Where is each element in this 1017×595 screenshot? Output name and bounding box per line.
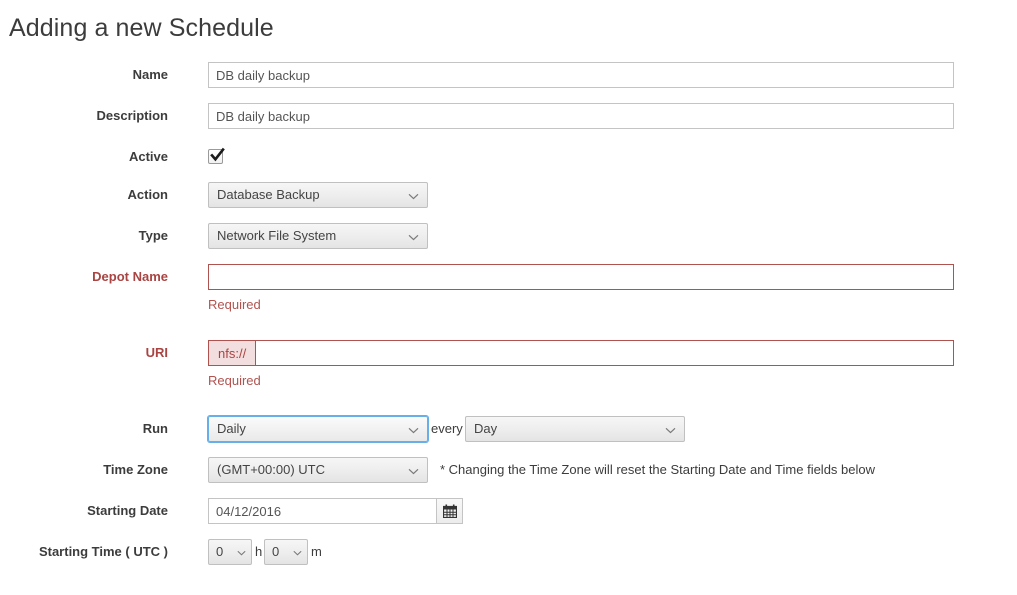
form-row-name: Name (0, 62, 1017, 88)
uri-control: nfs:// (208, 340, 954, 366)
description-control (208, 103, 954, 129)
run-control: Daily (208, 416, 428, 442)
name-input[interactable] (208, 62, 954, 88)
depot-name-label: Depot Name (92, 269, 168, 284)
calendar-button[interactable] (436, 498, 463, 524)
uri-label: URI (145, 345, 168, 360)
chevron-down-icon (665, 417, 676, 441)
starting-time-minutes-select[interactable]: 0 (264, 539, 308, 565)
time-zone-label: Time Zone (103, 462, 168, 477)
form-row-uri: URI nfs:// (0, 340, 1017, 366)
starting-time-label: Starting Time ( UTC ) (38, 544, 168, 559)
chevron-down-icon (408, 417, 419, 441)
description-label: Description (96, 108, 168, 123)
uri-error: Required (208, 373, 261, 388)
form-row-time-zone: Time Zone (GMT+00:00) UTC * Changing the… (0, 457, 1017, 483)
form-row-description: Description (0, 103, 1017, 129)
form-row-run: Run Daily every Day (0, 416, 1017, 442)
active-label: Active (128, 149, 168, 164)
schedule-form-page: Adding a new Schedule Name Description A… (0, 0, 1017, 595)
name-label: Name (132, 67, 168, 82)
run-every-label: every (431, 421, 463, 436)
page-title: Adding a new Schedule (9, 14, 274, 42)
starting-date-label: Starting Date (87, 503, 168, 518)
chevron-down-icon (293, 540, 302, 564)
depot-name-input[interactable] (208, 264, 954, 290)
run-every-select-value: Day (474, 421, 498, 436)
type-label: Type (138, 228, 168, 243)
starting-time-minutes-unit: m (311, 544, 322, 559)
time-zone-select[interactable]: (GMT+00:00) UTC (208, 457, 428, 483)
form-row-starting-date: Starting Date (0, 498, 1017, 524)
run-select-value: Daily (217, 421, 246, 436)
uri-input-group: nfs:// (208, 340, 954, 366)
run-every-select[interactable]: Day (465, 416, 685, 442)
starting-time-hours-control: 0 (208, 539, 252, 565)
time-zone-note: * Changing the Time Zone will reset the … (440, 462, 876, 477)
form-row-type: Type Network File System (0, 223, 1017, 249)
chevron-down-icon (237, 540, 246, 564)
depot-name-control (208, 264, 954, 290)
checkmark-icon (210, 147, 225, 162)
form-row-depot-name: Depot Name (0, 264, 1017, 290)
uri-prefix-addon: nfs:// (208, 340, 256, 366)
starting-date-group (208, 498, 463, 524)
form-row-active: Active (0, 144, 1017, 170)
type-control: Network File System (208, 223, 428, 249)
type-select[interactable]: Network File System (208, 223, 428, 249)
run-label: Run (142, 421, 168, 436)
form-row-action: Action Database Backup (0, 182, 1017, 208)
time-zone-control: (GMT+00:00) UTC (208, 457, 428, 483)
description-input[interactable] (208, 103, 954, 129)
chevron-down-icon (408, 183, 419, 207)
starting-time-hours-select[interactable]: 0 (208, 539, 252, 565)
action-label: Action (127, 187, 168, 202)
type-select-value: Network File System (217, 228, 337, 243)
uri-input[interactable] (255, 340, 954, 366)
calendar-icon (442, 504, 457, 518)
name-control (208, 62, 954, 88)
starting-time-hours-value: 0 (216, 544, 224, 559)
active-checkbox[interactable] (208, 147, 225, 164)
depot-name-error: Required (208, 297, 261, 312)
starting-time-hours-unit: h (255, 544, 263, 559)
starting-time-minutes-value: 0 (272, 544, 280, 559)
starting-time-minutes-control: 0 (264, 539, 308, 565)
chevron-down-icon (408, 224, 419, 248)
starting-date-input[interactable] (208, 498, 436, 524)
form-row-starting-time: Starting Time ( UTC ) 0 h 0 m (0, 539, 1017, 565)
action-select[interactable]: Database Backup (208, 182, 428, 208)
run-every-control: Day (465, 416, 685, 442)
starting-date-control (208, 498, 463, 524)
chevron-down-icon (408, 458, 419, 482)
time-zone-select-value: (GMT+00:00) UTC (217, 462, 325, 477)
run-select[interactable]: Daily (208, 416, 428, 442)
action-control: Database Backup (208, 182, 428, 208)
active-control (208, 144, 225, 164)
action-select-value: Database Backup (217, 187, 320, 202)
